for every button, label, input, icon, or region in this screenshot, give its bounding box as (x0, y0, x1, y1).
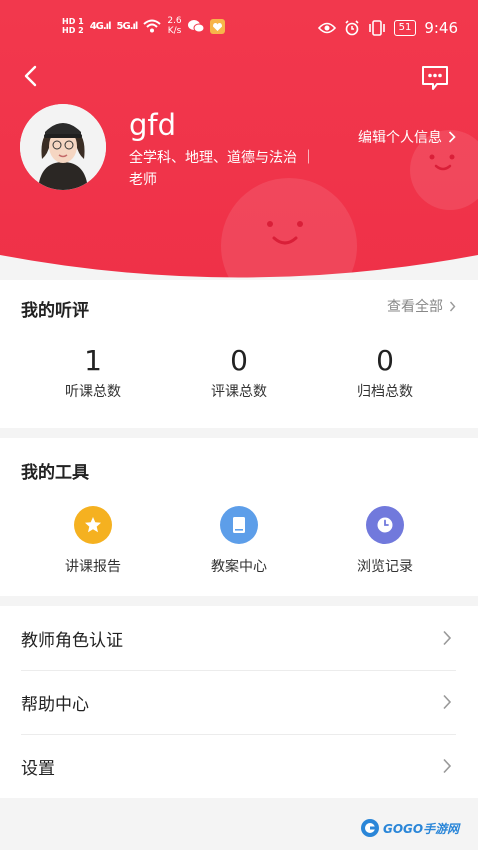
watermark-text: GOGO手游网 (383, 821, 460, 836)
menu-label: 设置 (21, 759, 55, 779)
tools-title: 我的工具 (21, 463, 89, 483)
stat-value: 1 (84, 344, 102, 377)
avatar[interactable] (20, 104, 106, 190)
stat-label: 听课总数 (65, 384, 121, 400)
battery-icon: 51 (393, 20, 417, 36)
view-all-label: 查看全部 (387, 299, 443, 315)
tool-browse-history[interactable]: 浏览记录 (330, 506, 440, 576)
star-icon (74, 506, 112, 544)
tool-lecture-report[interactable]: 讲课报告 (38, 506, 148, 576)
wechat-icon (187, 20, 204, 33)
profile-header: HD 1 HD 2 4G.ıl 5G.ıl 2.6 K/s 51 9:46 gf… (0, 0, 478, 280)
back-icon[interactable] (20, 62, 44, 90)
menu-help-center[interactable]: 帮助中心 (0, 670, 478, 734)
username: gfd (129, 108, 177, 142)
vibrate-icon (368, 20, 385, 36)
clock-time: 9:46 (424, 19, 458, 37)
reviews-title: 我的听评 (21, 301, 89, 321)
alarm-icon (345, 20, 359, 36)
edit-profile-label: 编辑个人信息 (358, 130, 442, 146)
app-notification-icon (209, 18, 225, 34)
role-text: 老师 (129, 172, 157, 188)
chevron-right-icon (443, 758, 452, 774)
menu-label: 教师角色认证 (21, 631, 123, 651)
stat-value: 0 (376, 344, 394, 377)
tool-lesson-plan-center[interactable]: 教案中心 (184, 506, 294, 576)
tool-label: 讲课报告 (65, 559, 121, 575)
avatar-photo (20, 104, 106, 190)
watermark: GOGO手游网 (360, 818, 459, 838)
edit-profile-link[interactable]: 编辑个人信息 (358, 127, 456, 147)
chevron-right-icon (443, 630, 452, 646)
menu-settings[interactable]: 设置 (0, 734, 478, 798)
wifi-icon (143, 19, 162, 33)
menu-label: 帮助中心 (21, 695, 89, 715)
book-icon (220, 506, 258, 544)
chevron-right-icon (449, 301, 456, 311)
stat-listen-count[interactable]: 1 听课总数 (38, 344, 148, 401)
tool-label: 教案中心 (211, 559, 267, 575)
stat-review-count[interactable]: 0 评课总数 (184, 344, 294, 401)
stat-label: 评课总数 (211, 384, 267, 400)
chevron-right-icon (443, 694, 452, 710)
stat-label: 归档总数 (357, 384, 413, 400)
tool-label: 浏览记录 (357, 559, 413, 575)
view-all-link[interactable]: 查看全部 (387, 296, 456, 316)
eye-icon (317, 22, 336, 34)
menu-teacher-role-certification[interactable]: 教师角色认证 (0, 606, 478, 670)
chevron-right-icon (448, 131, 456, 143)
message-icon[interactable] (420, 64, 450, 92)
stat-archive-count[interactable]: 0 归档总数 (330, 344, 440, 401)
subjects-text: 全学科、地理、道德与法治 ｜ (129, 150, 316, 166)
network-speed: 2.6 K/s (167, 16, 182, 36)
signal-icon: 4G.ıl (89, 20, 112, 32)
clock-icon (366, 506, 404, 544)
signal-icon: 5G.ıl (116, 20, 139, 32)
stat-value: 0 (230, 344, 248, 377)
hd-indicator: HD 1 HD 2 (62, 17, 84, 35)
status-bar: HD 1 HD 2 4G.ıl 5G.ıl 2.6 K/s 51 9:46 (0, 14, 478, 44)
watermark-logo-icon (361, 819, 379, 837)
